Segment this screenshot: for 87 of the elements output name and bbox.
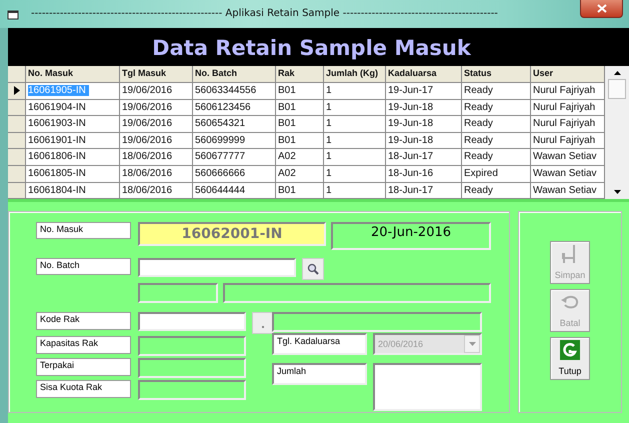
table-cell: B01 bbox=[276, 132, 324, 148]
table-cell: 18/06/2016 bbox=[120, 166, 193, 182]
column-header[interactable]: Jumlah (Kg) bbox=[324, 66, 386, 82]
table-cell: 1 bbox=[324, 149, 386, 165]
table-cell: 16061901-IN bbox=[26, 132, 120, 148]
table-cell: A02 bbox=[276, 166, 324, 182]
browse-button[interactable] bbox=[252, 312, 274, 334]
table-cell: 19-Jun-18 bbox=[386, 132, 462, 148]
column-header[interactable]: Kadaluarsa bbox=[386, 66, 462, 82]
field-label: Tgl. Kadaluarsa bbox=[272, 333, 367, 356]
close-button[interactable]: Tutup bbox=[550, 337, 590, 380]
table-cell: 16061905-IN bbox=[26, 83, 120, 99]
table-cell: Ready bbox=[462, 116, 531, 132]
table-cell: 19/06/2016 bbox=[120, 116, 193, 132]
table-cell: 56063344556 bbox=[193, 83, 276, 99]
table-cell: Ready bbox=[462, 100, 531, 116]
field-label: Kapasitas Rak bbox=[36, 336, 131, 354]
close-icon bbox=[596, 4, 606, 13]
table-cell: 18-Jun-17 bbox=[386, 182, 462, 198]
table-cell: 1 bbox=[324, 182, 386, 198]
exit-icon bbox=[560, 340, 580, 360]
table-cell: 5606123456 bbox=[193, 100, 276, 116]
field-label: Terpakai bbox=[36, 358, 131, 376]
table-cell: 18/06/2016 bbox=[120, 149, 193, 165]
table-cell: A02 bbox=[276, 149, 324, 165]
search-button[interactable] bbox=[302, 258, 324, 280]
window-title: ----------------------------------------------------- Aplikasi Retain Sample ------------------------------------------- bbox=[31, 8, 498, 20]
entry-number-field[interactable]: 16062001-IN bbox=[138, 222, 326, 246]
table-cell: 19/06/2016 bbox=[120, 132, 193, 148]
rack-code-input-field[interactable] bbox=[138, 312, 246, 332]
table-cell: 16061904-IN bbox=[26, 100, 120, 116]
table-cell: 19-Jun-18 bbox=[386, 100, 462, 116]
search-icon bbox=[307, 263, 319, 276]
scroll-down-icon bbox=[614, 190, 620, 194]
table-cell: 19-Jun-17 bbox=[386, 83, 462, 99]
table-cell: B01 bbox=[276, 116, 324, 132]
column-header[interactable]: No. Masuk bbox=[26, 66, 120, 82]
table-cell: 16061804-IN bbox=[26, 182, 120, 198]
table-cell: 1 bbox=[324, 100, 386, 116]
close-button[interactable] bbox=[580, 0, 623, 18]
row-header[interactable] bbox=[8, 83, 26, 99]
column-header[interactable]: Rak bbox=[276, 66, 324, 82]
table-cell: 19/06/2016 bbox=[120, 83, 193, 99]
table-cell: 18-Jun-16 bbox=[386, 166, 462, 182]
table-cell: 1 bbox=[324, 132, 386, 148]
table-cell: B01 bbox=[276, 182, 324, 198]
table-cell: Ready bbox=[462, 132, 531, 148]
table-cell: 19-Jun-18 bbox=[386, 116, 462, 132]
caret-icon bbox=[468, 342, 476, 346]
table-cell: B01 bbox=[276, 83, 324, 99]
column-header[interactable]: Status bbox=[462, 66, 531, 82]
vertical-scrollbar[interactable] bbox=[605, 66, 629, 200]
table-cell: 1 bbox=[324, 83, 386, 99]
table-cell: Ready bbox=[462, 182, 531, 198]
table-cell: B01 bbox=[276, 100, 324, 116]
field-label: No. Masuk bbox=[36, 222, 131, 240]
table-cell: Ready bbox=[462, 83, 531, 99]
table-cell: 1 bbox=[324, 166, 386, 182]
table-cell: 19/06/2016 bbox=[120, 100, 193, 116]
quantity-input-field[interactable] bbox=[373, 363, 482, 412]
table-cell: 18/06/2016 bbox=[120, 182, 193, 198]
table-cell: 560666666 bbox=[193, 166, 276, 182]
form-heading: Data Retain Sample Masuk bbox=[151, 35, 472, 62]
column-header[interactable]: User bbox=[531, 66, 605, 82]
table-cell: 560699999 bbox=[193, 132, 276, 148]
scroll-up-icon bbox=[614, 71, 620, 75]
batch-input-field[interactable] bbox=[138, 258, 296, 278]
table-cell: 1 bbox=[324, 116, 386, 132]
column-header[interactable]: Tgl Masuk bbox=[120, 66, 193, 82]
table-cell: 560677777 bbox=[193, 149, 276, 165]
table-cell: Expired bbox=[462, 166, 531, 182]
column-header[interactable]: No. Batch bbox=[193, 66, 276, 82]
field-label: Kode Rak bbox=[36, 312, 131, 330]
scroll-thumb[interactable] bbox=[608, 79, 626, 99]
current-row-icon bbox=[14, 86, 20, 96]
table-cell: 16061903-IN bbox=[26, 116, 120, 132]
window-icon bbox=[7, 9, 19, 20]
table-cell: Ready bbox=[462, 149, 531, 165]
table-cell: 16061805-IN bbox=[26, 166, 120, 182]
field-label: Jumlah bbox=[272, 363, 367, 386]
table-cell: 16061806-IN bbox=[26, 149, 120, 165]
table-cell: 18-Jun-17 bbox=[386, 149, 462, 165]
date-field: 20-Jun-2016 bbox=[331, 222, 491, 250]
table-cell: 560644444 bbox=[193, 182, 276, 198]
field-label: Sisa Kuota Rak bbox=[36, 380, 131, 398]
table-cell: 560654321 bbox=[193, 116, 276, 132]
field-label: No. Batch bbox=[36, 258, 131, 276]
